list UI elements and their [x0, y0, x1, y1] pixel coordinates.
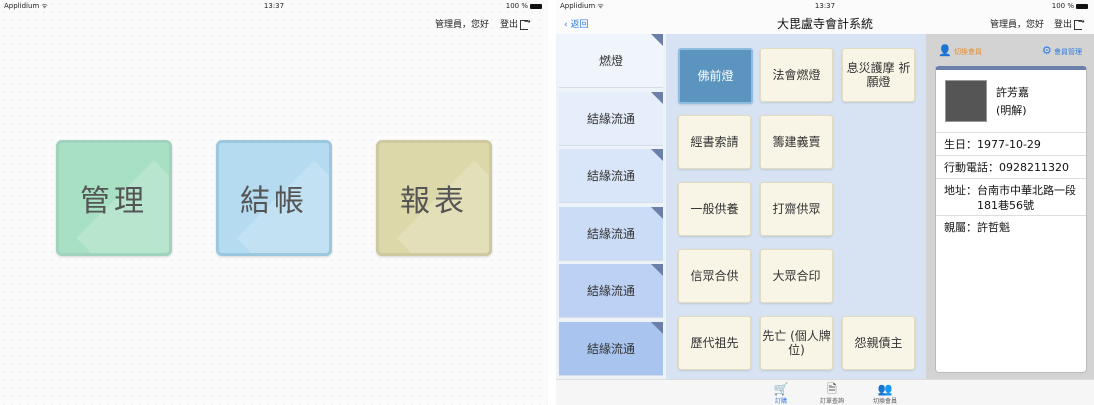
product-label: 怨親債主 — [854, 336, 903, 350]
battery-icon — [530, 3, 542, 9]
sidebar-item[interactable]: 結緣流通 — [559, 92, 663, 146]
logout-icon — [1074, 17, 1085, 30]
member-panel: 👤 切換會員 ⚙ 會員管理 許芳嘉 (明解) 生日：1977-10-29 行動電… — [926, 34, 1094, 379]
product-label: 打齋供眾 — [772, 202, 821, 216]
relatives-row: 親屬：許哲魁 — [936, 215, 1086, 235]
sidebar-item-label: 結緣流通 — [586, 284, 635, 298]
phone-row: 行動電話：0928211320 — [936, 155, 1086, 175]
sidebar-item-label: 燃燈 — [598, 54, 623, 68]
category-sidebar: 燃燈 結緣流通 結緣流通 結緣流通 結緣流通 結緣流通 — [556, 34, 666, 379]
battery-percent: 100 % — [505, 2, 528, 10]
member-manage-label: 會員管理 — [1054, 48, 1082, 56]
sidebar-item-label: 結緣流通 — [586, 342, 635, 356]
product-label: 經書索請 — [690, 135, 739, 149]
sidebar-item[interactable]: 結緣流通 — [559, 207, 663, 261]
sidebar-item[interactable]: 結緣流通 — [559, 149, 663, 203]
battery-percent: 100 % — [1051, 2, 1074, 10]
sidebar-item-label: 結緣流通 — [586, 112, 635, 126]
sidebar-item-label: 結緣流通 — [586, 227, 635, 241]
clock: 13:37 — [263, 2, 285, 10]
checkout-tile[interactable]: 結帳 — [216, 140, 332, 256]
product-label: 信眾合供 — [690, 269, 739, 283]
address-line2: 181巷56號 — [977, 199, 1034, 212]
logout-icon — [520, 17, 531, 30]
product-button[interactable]: 歷代祖先 — [678, 316, 751, 370]
product-label: 一般供養 — [690, 202, 739, 216]
product-label: 佛前燈 — [697, 69, 734, 83]
product-label: 歷代祖先 — [690, 336, 739, 350]
home-screen: Applidium ᯤ 13:37 100 % 管理員，您好 登出 管理 結帳 … — [0, 0, 548, 405]
tab-order-query[interactable]: 🗎 訂單查詢 — [814, 382, 850, 405]
battery-indicator: 100 % — [506, 2, 542, 10]
order-screen: Applidium ᯤ 13:37 100 % ‹ 返回 大毘盧寺會計系統 管理… — [556, 0, 1094, 405]
sidebar-item[interactable]: 燃燈 — [559, 34, 663, 88]
product-label: 法會燃燈 — [772, 68, 821, 82]
tab-order[interactable]: 🛒 訂購 — [763, 382, 799, 405]
greeting: 管理員，您好 — [435, 20, 490, 30]
product-button[interactable]: 怨親債主 — [842, 316, 915, 370]
tab-label: 訂單查詢 — [819, 398, 844, 405]
product-grid: 佛前燈 法會燃燈 息災護摩 祈願燈 經書索請 籌建義賣 一般供養 打齋供眾 信眾… — [666, 34, 926, 379]
address-line1: 地址：台南市中華北路一段 — [944, 184, 1076, 197]
address-row: 地址：台南市中華北路一段 181巷56號 — [936, 178, 1086, 213]
battery-indicator: 100 % — [1052, 2, 1088, 10]
cart-icon: 🛒 — [773, 382, 789, 396]
status-bar: Applidium ᯤ 13:37 100 % — [556, 0, 1094, 12]
tile-label: 結帳 — [240, 184, 308, 219]
users-icon: 👥 — [877, 382, 893, 396]
tile-label: 管理 — [80, 184, 148, 219]
tile-label: 報表 — [400, 184, 468, 219]
tab-switch-member[interactable]: 👥 切換會員 — [867, 382, 903, 405]
tab-label: 訂購 — [774, 398, 787, 405]
product-button[interactable]: 經書索請 — [678, 115, 751, 169]
member-name: 許芳嘉 — [996, 86, 1029, 99]
logout-label: 登出 — [1054, 20, 1073, 30]
member-name-block: 許芳嘉 (明解) — [996, 84, 1029, 120]
product-button[interactable]: 籌建義賣 — [760, 115, 833, 169]
product-label: 大眾合印 — [772, 269, 821, 283]
product-label: 息災護摩 祈願燈 — [846, 61, 911, 89]
product-label: 先亡 (個人牌位) — [762, 329, 831, 357]
document-icon: 🗎 — [827, 382, 837, 396]
member-card: 許芳嘉 (明解) 生日：1977-10-29 行動電話：0928211320 地… — [935, 66, 1087, 373]
dharma-name: (明解) — [996, 104, 1027, 117]
phone-text: 行動電話：0928211320 — [944, 161, 1069, 174]
product-label: 籌建義賣 — [772, 135, 821, 149]
logout-button[interactable]: 登出 — [500, 17, 531, 31]
product-button[interactable]: 一般供養 — [678, 182, 751, 236]
gear-icon: ⚙ — [1041, 44, 1052, 57]
navigation-bar: ‹ 返回 大毘盧寺會計系統 管理員，您好 登出 — [556, 12, 1094, 34]
tab-bar: 🛒 訂購 🗎 訂單查詢 👥 切換會員 — [556, 379, 1094, 405]
sidebar-item-label: 結緣流通 — [586, 169, 635, 183]
tab-label: 切換會員 — [872, 398, 897, 405]
product-button[interactable]: 信眾合供 — [678, 249, 751, 303]
birthday-text: 生日：1977-10-29 — [944, 138, 1041, 151]
panel-header: 👤 切換會員 ⚙ 會員管理 — [926, 34, 1094, 64]
switch-member-label: 切換會員 — [953, 48, 982, 56]
manage-tile[interactable]: 管理 — [56, 140, 172, 256]
product-button[interactable]: 先亡 (個人牌位) — [760, 316, 833, 370]
clock: 13:37 — [814, 2, 836, 10]
product-button[interactable]: 大眾合印 — [760, 249, 833, 303]
logout-label: 登出 — [500, 20, 519, 30]
product-button[interactable]: 息災護摩 祈願燈 — [842, 48, 915, 102]
birthday-row: 生日：1977-10-29 — [936, 132, 1086, 152]
report-tile[interactable]: 報表 — [376, 140, 492, 256]
greeting: 管理員，您好 — [990, 20, 1045, 30]
product-button[interactable]: 打齋供眾 — [760, 182, 833, 236]
sidebar-item[interactable]: 結緣流通 — [559, 264, 663, 318]
user-icon: 👤 — [938, 44, 952, 57]
switch-member-button[interactable]: 👤 切換會員 — [938, 44, 982, 57]
product-button[interactable]: 法會燃燈 — [760, 48, 833, 102]
logout-button[interactable]: 登出 — [1054, 17, 1085, 31]
sidebar-item[interactable]: 結緣流通 — [559, 322, 663, 376]
member-manage-button[interactable]: ⚙ 會員管理 — [1042, 44, 1082, 57]
battery-icon — [1076, 3, 1088, 9]
avatar — [945, 80, 987, 122]
relatives-text: 親屬：許哲魁 — [944, 221, 1010, 234]
status-bar: Applidium ᯤ 13:37 100 % — [0, 0, 548, 12]
product-button[interactable]: 佛前燈 — [678, 48, 753, 104]
